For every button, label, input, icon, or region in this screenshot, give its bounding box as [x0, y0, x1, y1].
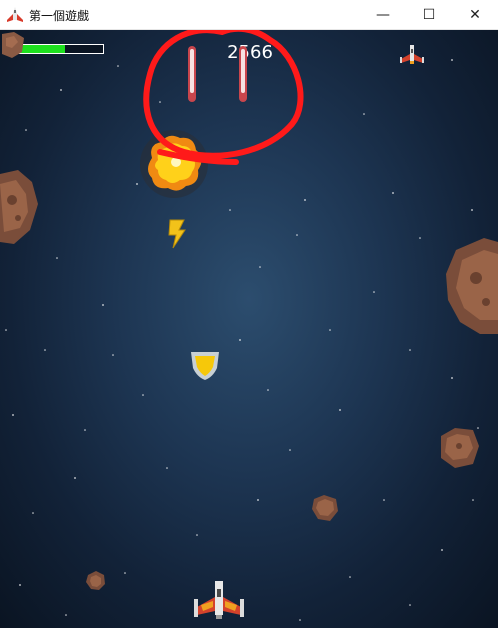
app-ship-icon	[7, 7, 23, 22]
maximize-icon: ☐	[422, 6, 436, 23]
maximize-button[interactable]: ☐	[406, 0, 452, 29]
close-icon: ✕	[469, 6, 481, 23]
game-canvas[interactable]: 2566	[0, 30, 498, 628]
game-window: 第一個遊戲 — ☐ ✕ 2566	[0, 0, 498, 628]
minimize-icon: —	[376, 6, 390, 23]
title-bar: 第一個遊戲 — ☐ ✕	[0, 0, 498, 30]
close-button[interactable]: ✕	[452, 0, 498, 29]
minimize-button[interactable]: —	[360, 0, 406, 29]
window-title: 第一個遊戲	[29, 9, 90, 23]
annotation-circle	[143, 30, 304, 165]
